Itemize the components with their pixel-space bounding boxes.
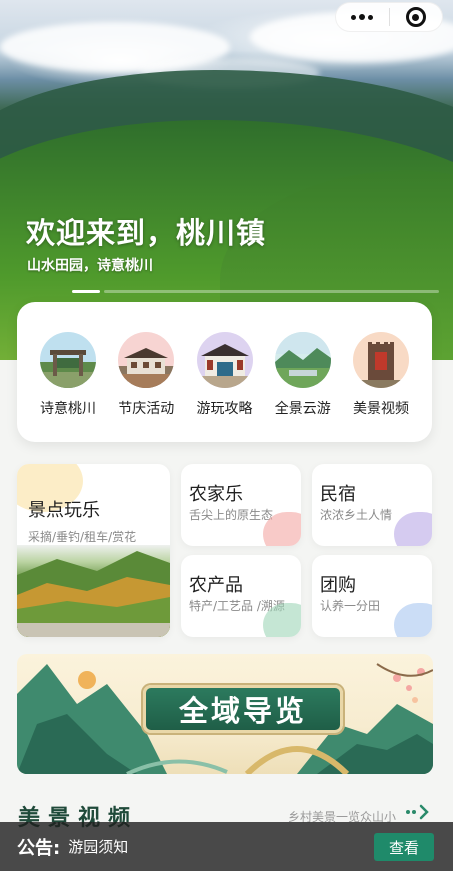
category-poetic-taochuan[interactable]: 诗意桃川 [33, 332, 103, 442]
tile-group-buy[interactable]: 团购 认养一分田 [312, 555, 432, 637]
tile-title: 农家乐 [189, 484, 243, 505]
tile-homestay[interactable]: 民宿 浓浓乡土人情 [312, 464, 432, 546]
category-panorama-tour[interactable]: 全景云游 [268, 332, 338, 442]
banner-plaque: 全域导览 [143, 685, 343, 733]
carousel-dot-active [72, 290, 100, 293]
close-miniprogram-button[interactable] [390, 3, 443, 31]
decorative-blob [394, 512, 432, 546]
tile-farmhouse[interactable]: 农家乐 舌尖上的原生态 [181, 464, 301, 546]
notice-label: 公告: [17, 837, 61, 859]
category-label: 游玩攻略 [196, 401, 253, 417]
tower-photo-icon [353, 332, 409, 388]
chevron-right-icon [419, 804, 429, 820]
banner-label: 全域导览 [178, 694, 307, 728]
gate-photo-icon [40, 332, 96, 388]
tile-title: 农产品 [189, 575, 243, 596]
category-festival-events[interactable]: 节庆活动 [111, 332, 181, 442]
panorama-photo-icon [274, 332, 331, 388]
tile-subtitle: 采摘/垂钓/租车/赏花 [28, 530, 137, 544]
carousel-indicator [72, 290, 439, 293]
dot-icon [351, 14, 357, 20]
category-label: 诗意桃川 [40, 401, 96, 417]
category-scenic-video[interactable]: 美景视频 [346, 332, 416, 442]
tile-subtitle: 浓浓乡土人情 [320, 508, 393, 522]
tile-title: 团购 [320, 575, 356, 596]
notice-text[interactable]: 游园须知 [68, 836, 128, 857]
tile-subtitle: 认养一分田 [320, 599, 381, 613]
notice-bar: 公告: 游园须知 查看 [0, 822, 453, 871]
autumn-valley-photo [17, 545, 170, 637]
more-options-button[interactable] [336, 3, 389, 31]
category-travel-guide[interactable]: 游玩攻略 [190, 332, 260, 442]
decorative-blob [394, 603, 432, 637]
global-tour-banner[interactable]: 全域导览 [17, 654, 433, 774]
category-label: 美景视频 [353, 401, 409, 417]
close-target-icon [405, 7, 426, 27]
tile-scenic-activities[interactable]: 景点玩乐 采摘/垂钓/租车/赏花 [17, 464, 170, 637]
category-label: 节庆活动 [118, 401, 175, 417]
section-more-arrow[interactable] [406, 804, 430, 820]
tile-subtitle: 舌尖上的原生态 [189, 508, 274, 522]
pavilion-photo-icon [196, 332, 253, 388]
tile-title: 民宿 [320, 484, 356, 505]
view-notice-button[interactable]: 查看 [374, 833, 434, 861]
category-nav-card: 诗意桃川 节庆活动 游玩攻略 全景云游 美景视频 [17, 302, 432, 442]
miniprogram-capsule [335, 2, 443, 32]
dot-icon [359, 14, 366, 20]
tile-farm-products[interactable]: 农产品 特产/工艺品 /溯源 [181, 555, 301, 637]
hero-title: 欢迎来到，桃川镇 [26, 216, 267, 250]
village-photo-icon [118, 332, 175, 388]
category-label: 全景云游 [274, 401, 331, 417]
hero-subtitle: 山水田园，诗意桃川 [27, 258, 153, 274]
carousel-track [104, 290, 439, 293]
tile-title: 景点玩乐 [28, 500, 100, 521]
dot-icon [368, 14, 374, 20]
